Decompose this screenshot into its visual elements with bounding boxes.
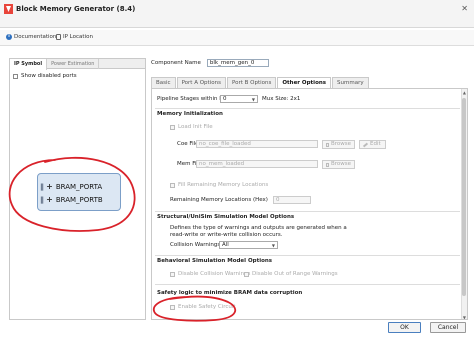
- enable-safety-label: Enable Safety Circuit: [178, 304, 236, 310]
- port-row-a: || + BRAM_PORTA: [40, 182, 102, 191]
- divider: [155, 211, 460, 212]
- mux-size-label: Mux Size: 2x1: [262, 96, 301, 102]
- ip-symbol-block: || + BRAM_PORTA || + BRAM_PORTB: [37, 173, 121, 211]
- coe-file-input[interactable]: no_coe_file_loaded: [196, 140, 318, 148]
- cancel-button[interactable]: Cancel: [430, 322, 466, 333]
- tab-ip-symbol[interactable]: IP Symbol: [10, 59, 48, 70]
- show-disabled-ports-checkbox[interactable]: [13, 73, 18, 79]
- structural-description-line1: Defines the type of warnings and outputs…: [170, 225, 347, 231]
- pencil-icon: [362, 142, 369, 147]
- documentation-label: Documentation: [14, 34, 57, 40]
- title-bar: Block Memory Generator (8.4) ✕: [0, 0, 474, 28]
- tab-basic[interactable]: Basic: [151, 77, 176, 88]
- port-label-a: BRAM_PORTA: [55, 182, 103, 191]
- pipeline-stages-value: 0: [223, 96, 227, 102]
- tab-other-options[interactable]: Other Options: [277, 77, 332, 88]
- pipeline-stages-select[interactable]: 0 ▼: [220, 95, 258, 103]
- coe-browse-label: Browse: [330, 141, 351, 147]
- collision-warnings-value: All: [222, 242, 229, 248]
- component-name-input[interactable]: blk_mem_gen_0: [206, 59, 269, 67]
- ip-location-link[interactable]: IP Location: [56, 34, 93, 40]
- chevron-down-icon: ▼: [271, 243, 275, 248]
- disable-collision-row: Disable Collision Warnings: [170, 271, 250, 277]
- load-init-file-checkbox[interactable]: [170, 124, 175, 130]
- disable-collision-checkbox[interactable]: [170, 271, 175, 277]
- component-name-label: Component Name: [151, 60, 201, 66]
- close-icon[interactable]: ✕: [461, 4, 468, 13]
- port-row-b: || + BRAM_PORTB: [40, 195, 103, 204]
- mem-browse-button[interactable]: Browse: [322, 160, 355, 169]
- vertical-scrollbar[interactable]: ▲ ▼: [461, 89, 467, 319]
- window-title: Block Memory Generator (8.4): [16, 5, 136, 13]
- coe-edit-label: Edit: [370, 141, 381, 147]
- mem-browse-label: Browse: [330, 161, 351, 167]
- divider: [155, 255, 460, 256]
- bus-bars-icon: ||: [40, 182, 44, 191]
- options-tab-bar: Basic Port A Options Port B Options Othe…: [151, 77, 370, 88]
- show-disabled-ports-label: Show disabled ports: [21, 73, 77, 79]
- enable-safety-row: Enable Safety Circuit: [170, 304, 236, 310]
- scrollbar-thumb[interactable]: [462, 98, 466, 296]
- configuration-panel: Component Name blk_mem_gen_0 Basic Port …: [147, 58, 470, 320]
- load-init-file-row: Load Init File: [170, 124, 213, 130]
- port-label-b: BRAM_PORTB: [55, 195, 103, 204]
- show-disabled-ports-row: Show disabled ports: [13, 73, 77, 79]
- bus-bars-icon: ||: [40, 195, 44, 204]
- coe-edit-button[interactable]: Edit: [359, 140, 386, 149]
- collision-warnings-select[interactable]: All ▼: [219, 241, 278, 249]
- remaining-locations-label: Remaining Memory Locations (Hex): [170, 197, 268, 203]
- disable-out-of-range-checkbox[interactable]: [244, 271, 249, 277]
- fill-remaining-label: Fill Remaining Memory Locations: [178, 182, 269, 188]
- load-init-file-label: Load Init File: [178, 124, 213, 130]
- structural-description-line2: read-write or write-write collision occu…: [170, 232, 283, 238]
- info-icon: i: [6, 34, 12, 40]
- ip-location-label: IP Location: [63, 34, 93, 40]
- tab-power-estimation[interactable]: Power Estimation: [47, 59, 100, 69]
- component-name-row: Component Name blk_mem_gen_0: [151, 59, 269, 67]
- behavioral-options-title: Behavioral Simulation Model Options: [157, 258, 273, 264]
- xilinx-logo-icon: [4, 4, 13, 14]
- scroll-up-icon[interactable]: ▲: [463, 90, 466, 95]
- coe-browse-button[interactable]: Browse: [322, 140, 355, 149]
- divider: [155, 284, 460, 285]
- ok-button[interactable]: OK: [388, 322, 421, 333]
- expand-port-a-icon[interactable]: +: [46, 182, 53, 191]
- scroll-down-icon[interactable]: ▼: [463, 315, 466, 319]
- divider: [155, 108, 460, 109]
- safety-logic-title: Safety logic to minimize BRAM data corru…: [157, 290, 303, 296]
- enable-safety-checkbox[interactable]: [170, 304, 175, 310]
- tab-summary[interactable]: Summary: [332, 77, 369, 88]
- expand-port-b-icon[interactable]: +: [46, 195, 53, 204]
- left-tab-bar: IP Symbol Power Estimation: [10, 59, 145, 70]
- disable-collision-label: Disable Collision Warnings: [178, 271, 251, 277]
- ip-symbol-panel: IP Symbol Power Estimation Show disabled…: [9, 58, 146, 320]
- chevron-down-icon: ▼: [251, 97, 255, 102]
- disable-out-of-range-row: Disable Out of Range Warnings: [244, 271, 338, 277]
- documentation-link[interactable]: i Documentation: [6, 34, 56, 40]
- remaining-locations-input[interactable]: 0: [273, 196, 311, 204]
- mem-file-input[interactable]: no_mem_loaded: [196, 160, 318, 168]
- other-options-content: Pipeline Stages within Mux 0 ▼ Mux Size:…: [151, 88, 468, 320]
- tab-port-a-options[interactable]: Port A Options: [176, 77, 226, 88]
- folder-icon: [326, 142, 329, 147]
- disable-out-of-range-label: Disable Out of Range Warnings: [252, 271, 338, 277]
- tab-port-b-options[interactable]: Port B Options: [226, 77, 277, 88]
- toolbar: i Documentation IP Location: [0, 30, 474, 46]
- folder-icon: [56, 34, 61, 40]
- collision-warnings-label: Collision Warnings: [170, 242, 221, 248]
- structural-options-title: Structural/UniSim Simulation Model Optio…: [157, 214, 295, 220]
- fill-remaining-row: Fill Remaining Memory Locations: [170, 182, 268, 188]
- fill-remaining-checkbox[interactable]: [170, 182, 175, 188]
- memory-init-title: Memory Initialization: [157, 111, 223, 117]
- folder-icon: [326, 162, 329, 167]
